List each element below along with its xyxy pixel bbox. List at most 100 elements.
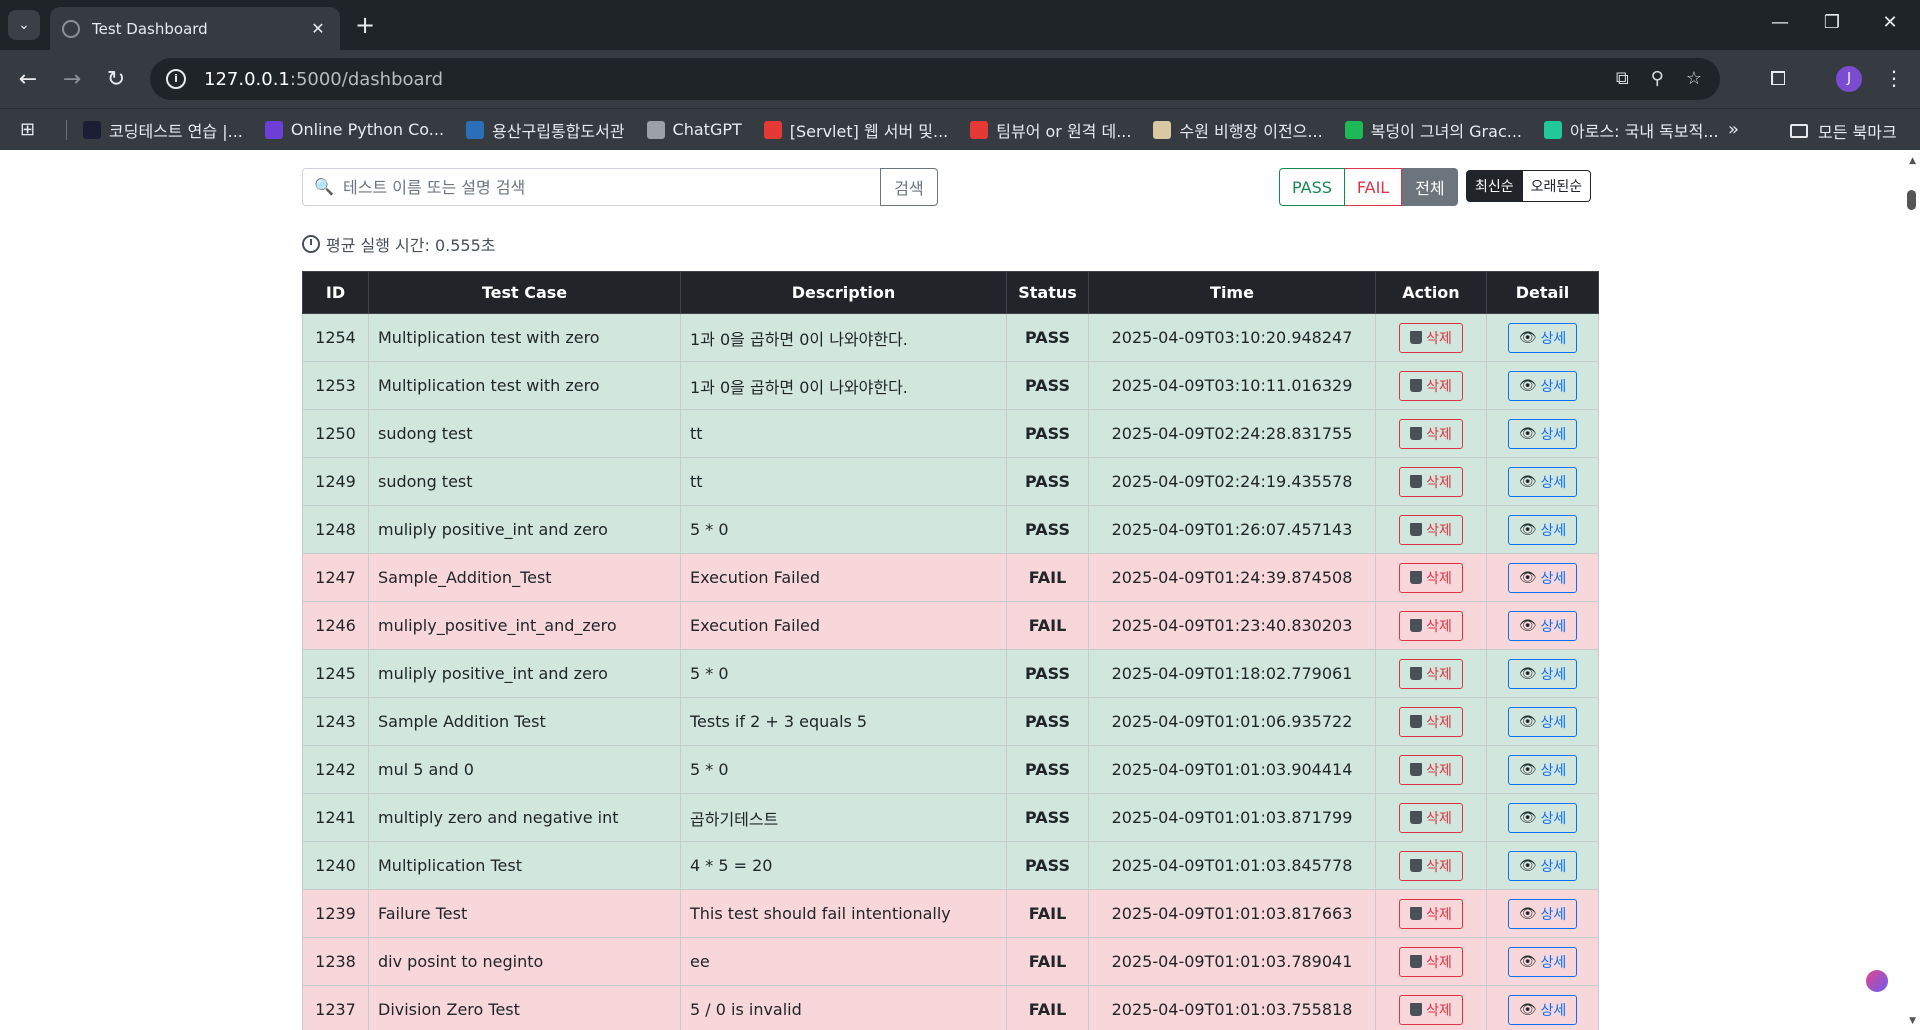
- bookmark-item[interactable]: 코딩테스트 연습 |...: [83, 118, 243, 142]
- cell-test-case: div posint to neginto: [368, 937, 681, 986]
- cell-id: 1241: [302, 793, 369, 842]
- detail-button[interactable]: 👁 상세: [1507, 610, 1578, 641]
- scroll-down-arrow-icon[interactable]: ▼: [1909, 1016, 1916, 1026]
- tab-search-button[interactable]: ⌄: [8, 10, 40, 40]
- bookmark-favicon-icon: [1544, 120, 1562, 139]
- assistant-floating-icon[interactable]: [1866, 970, 1888, 992]
- all-bookmarks-label: 모든 북마크: [1818, 123, 1897, 142]
- more-bookmarks-icon[interactable]: »: [1728, 119, 1739, 140]
- cell-test-case: sudong test: [368, 457, 681, 506]
- cell-test-case: sudong test: [368, 409, 681, 458]
- reload-button[interactable]: ↻: [102, 66, 130, 94]
- trash-icon: [1410, 955, 1423, 968]
- menu-icon[interactable]: ⋮: [1884, 66, 1904, 90]
- minimize-button[interactable]: —: [1760, 12, 1800, 33]
- cell-status: PASS: [1006, 793, 1089, 842]
- trash-icon: [1410, 667, 1423, 680]
- scroll-thumb[interactable]: [1907, 190, 1916, 210]
- detail-button[interactable]: 👁 상세: [1507, 322, 1578, 353]
- filter-fail-button[interactable]: FAIL: [1344, 168, 1403, 206]
- sort-newest-button[interactable]: 최신순: [1466, 170, 1523, 202]
- delete-button[interactable]: 삭제: [1399, 706, 1463, 737]
- delete-button[interactable]: 삭제: [1399, 466, 1463, 497]
- bookmark-item[interactable]: 팀뷰어 or 원격 데...: [970, 118, 1131, 142]
- detail-button[interactable]: 👁 상세: [1507, 850, 1578, 881]
- bookmark-star-icon[interactable]: ☆: [1686, 68, 1702, 89]
- detail-button[interactable]: 👁 상세: [1507, 706, 1578, 737]
- delete-button[interactable]: 삭제: [1399, 658, 1463, 689]
- detail-button[interactable]: 👁 상세: [1507, 754, 1578, 785]
- delete-button[interactable]: 삭제: [1399, 946, 1463, 977]
- delete-button[interactable]: 삭제: [1399, 754, 1463, 785]
- detail-button[interactable]: 👁 상세: [1507, 562, 1578, 593]
- delete-button[interactable]: 삭제: [1399, 418, 1463, 449]
- delete-button[interactable]: 삭제: [1399, 994, 1463, 1025]
- search-form: 🔍 검색: [302, 168, 938, 206]
- bookmark-item[interactable]: 복덩이 그녀의 Grac...: [1344, 118, 1522, 142]
- detail-button[interactable]: 👁 상세: [1507, 370, 1578, 401]
- restore-button[interactable]: ❐: [1812, 12, 1852, 33]
- detail-button[interactable]: 👁 상세: [1507, 466, 1578, 497]
- delete-button[interactable]: 삭제: [1399, 322, 1463, 353]
- delete-button[interactable]: 삭제: [1399, 850, 1463, 881]
- detail-button[interactable]: 👁 상세: [1507, 898, 1578, 929]
- detail-button[interactable]: 👁 상세: [1507, 946, 1578, 977]
- table-row: 1237 Division Zero Test 5 / 0 is invalid FA…: [302, 985, 1599, 1030]
- col-header-action: Action: [1375, 271, 1487, 314]
- detail-label: 상세: [1540, 714, 1567, 731]
- detail-button[interactable]: 👁 상세: [1507, 802, 1578, 833]
- bookmark-item[interactable]: 아로스: 국내 독보적...: [1544, 118, 1719, 142]
- sort-oldest-button[interactable]: 오래된순: [1522, 170, 1592, 202]
- delete-label: 삭제: [1426, 906, 1452, 923]
- table-row: 1239 Failure Test This test should fail in…: [302, 889, 1599, 938]
- browser-toolbar: ← → ↻ i 127.0.0.1:5000/dashboard ⧉ ⚲ ☆ ⧠…: [0, 50, 1920, 108]
- delete-button[interactable]: 삭제: [1399, 514, 1463, 545]
- delete-button[interactable]: 삭제: [1399, 898, 1463, 929]
- apps-grid-icon[interactable]: ⊞: [20, 119, 44, 140]
- bookmark-label: ChatGPT: [672, 120, 742, 139]
- bookmarks-divider: [66, 119, 67, 140]
- search-input[interactable]: [302, 168, 880, 206]
- table-row: 1245 muliply positive_int and zero 5 * 0 PA…: [302, 649, 1599, 698]
- zoom-icon[interactable]: ⚲: [1651, 68, 1664, 89]
- back-button[interactable]: ←: [14, 66, 42, 94]
- site-info-icon[interactable]: i: [166, 69, 186, 89]
- close-window-button[interactable]: ✕: [1870, 12, 1910, 33]
- page-scrollbar[interactable]: ▲ ▼: [1904, 150, 1920, 1030]
- eye-icon: 👁: [1518, 905, 1537, 922]
- cell-status: PASS: [1006, 361, 1089, 410]
- detail-button[interactable]: 👁 상세: [1507, 514, 1578, 545]
- filter-pass-button[interactable]: PASS: [1279, 168, 1345, 206]
- cell-id: 1254: [302, 313, 369, 362]
- new-tab-button[interactable]: +: [352, 12, 378, 38]
- profile-avatar[interactable]: J: [1836, 66, 1862, 92]
- address-bar[interactable]: i 127.0.0.1:5000/dashboard ⧉ ⚲ ☆: [150, 58, 1720, 100]
- bookmark-item[interactable]: 용산구립통합도서관: [466, 118, 625, 142]
- filter-all-button[interactable]: 전체: [1402, 168, 1458, 206]
- col-header-time: Time: [1088, 271, 1376, 314]
- delete-button[interactable]: 삭제: [1399, 802, 1463, 833]
- close-tab-icon[interactable]: ✕: [308, 19, 328, 38]
- trash-icon: [1410, 619, 1423, 632]
- detail-button[interactable]: 👁 상세: [1507, 994, 1578, 1025]
- bookmark-item[interactable]: ChatGPT: [646, 118, 742, 142]
- forward-button[interactable]: →: [58, 66, 86, 94]
- delete-button[interactable]: 삭제: [1399, 370, 1463, 401]
- delete-button[interactable]: 삭제: [1399, 610, 1463, 641]
- bookmark-item[interactable]: [Servlet] 웹 서버 및...: [763, 118, 948, 142]
- extensions-icon[interactable]: ⧠: [1770, 66, 1786, 90]
- detail-button[interactable]: 👁 상세: [1507, 418, 1578, 449]
- bookmark-item[interactable]: 수원 비행장 이전으...: [1153, 118, 1323, 142]
- cell-detail: 👁 상세: [1486, 601, 1599, 650]
- cell-id: 1245: [302, 649, 369, 698]
- all-bookmarks-folder[interactable]: 모든 북마크: [1790, 119, 1897, 143]
- translate-icon[interactable]: ⧉: [1616, 68, 1629, 89]
- search-button[interactable]: 검색: [880, 168, 938, 206]
- bookmark-label: 코딩테스트 연습 |...: [109, 121, 243, 141]
- cell-action: 삭제: [1375, 793, 1487, 842]
- scroll-up-arrow-icon[interactable]: ▲: [1909, 156, 1916, 166]
- detail-button[interactable]: 👁 상세: [1507, 658, 1578, 689]
- delete-button[interactable]: 삭제: [1399, 562, 1463, 593]
- bookmark-item[interactable]: Online Python Co...: [264, 118, 444, 142]
- browser-tab[interactable]: Test Dashboard ✕: [50, 7, 340, 50]
